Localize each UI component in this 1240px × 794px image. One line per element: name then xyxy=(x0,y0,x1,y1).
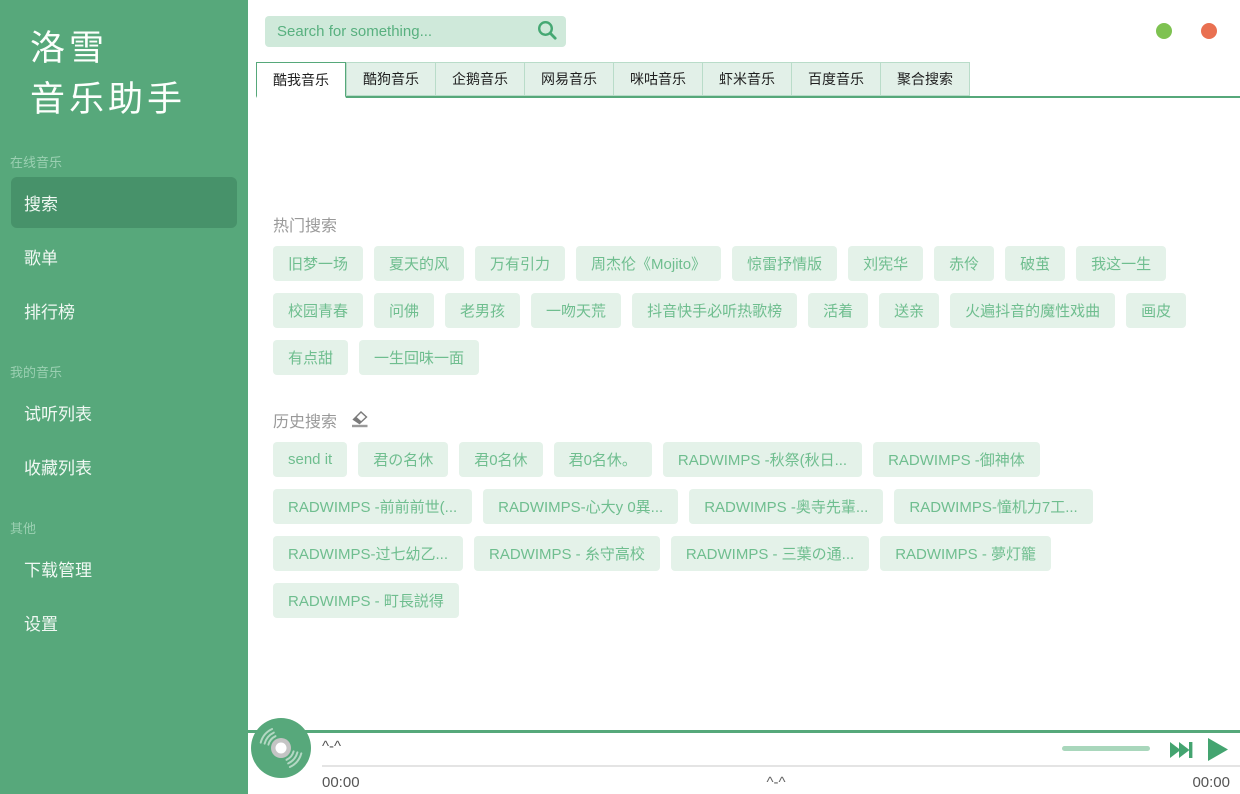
history-search-tag[interactable]: RADWIMPS - 糸守高校 xyxy=(474,536,660,571)
progress-bar[interactable] xyxy=(322,765,1240,767)
header xyxy=(248,0,1240,62)
history-search-tag[interactable]: RADWIMPS-心大y 0異... xyxy=(483,489,678,524)
main-area: 酷我音乐酷狗音乐企鹅音乐网易音乐咪咕音乐虾米音乐百度音乐聚合搜索 热门搜索 旧梦… xyxy=(248,0,1240,794)
clear-history-button[interactable] xyxy=(349,409,370,431)
hot-search-tag[interactable]: 老男孩 xyxy=(445,293,520,328)
history-search-tag[interactable]: 君の名休 xyxy=(358,442,448,477)
source-tab[interactable]: 百度音乐 xyxy=(791,62,880,96)
play-icon xyxy=(1204,736,1230,766)
sidebar-group-my-music: 试听列表收藏列表 xyxy=(0,387,248,492)
history-search-tags: send it 君の名休君0名休君0名休。 RADWIMPS -秋祭(秋日... RA… xyxy=(273,442,1225,630)
history-search-tag[interactable]: RADWIMPS - 三葉の通... xyxy=(671,536,869,571)
sidebar-item[interactable]: 试听列表 xyxy=(0,387,248,438)
sidebar-item[interactable]: 设置 xyxy=(0,597,248,648)
hot-search-section: 热门搜索 旧梦一场夏天的风万有引力周杰伦《Mojito》惊雷抒情版刘宪华赤伶破茧… xyxy=(273,212,1240,387)
hot-search-tag[interactable]: 抖音快手必听热歌榜 xyxy=(632,293,797,328)
sidebar-item[interactable]: 歌单 xyxy=(0,231,248,282)
history-search-tag[interactable]: RADWIMPS-憧机力7工... xyxy=(894,489,1092,524)
hot-search-tag[interactable]: 画皮 xyxy=(1126,293,1186,328)
hot-search-title: 热门搜索 xyxy=(273,212,337,236)
history-search-tag[interactable]: 君0名休。 xyxy=(554,442,652,477)
history-search-tag[interactable]: RADWIMPS -奥寺先輩... xyxy=(689,489,883,524)
history-search-tag[interactable]: 君0名休 xyxy=(459,442,542,477)
player-song-title: ^-^ xyxy=(322,738,341,755)
history-search-tag[interactable]: RADWIMPS -御神体 xyxy=(873,442,1040,477)
hot-search-tag[interactable]: 夏天的风 xyxy=(374,246,464,281)
sidebar-item[interactable]: 下载管理 xyxy=(0,543,248,594)
eraser-icon xyxy=(349,409,370,431)
sidebar-section-other: 其他 xyxy=(10,518,238,537)
volume-slider[interactable] xyxy=(1062,746,1150,751)
sidebar-section-my-music: 我的音乐 xyxy=(10,362,238,381)
hot-search-tag[interactable]: 送亲 xyxy=(879,293,939,328)
hot-search-tag[interactable]: 火遍抖音的魔性戏曲 xyxy=(950,293,1115,328)
play-button[interactable] xyxy=(1204,736,1230,766)
hot-search-tag[interactable]: 我这一生 xyxy=(1076,246,1166,281)
search-input[interactable] xyxy=(265,16,528,47)
hot-search-tag[interactable]: 一吻天荒 xyxy=(531,293,621,328)
app-logo: 洛雪 音乐助手 xyxy=(0,0,248,126)
minimize-button[interactable] xyxy=(1156,23,1172,39)
search-page-content: 热门搜索 旧梦一场夏天的风万有引力周杰伦《Mojito》惊雷抒情版刘宪华赤伶破茧… xyxy=(248,98,1240,630)
history-search-tag[interactable]: RADWIMPS - 夢灯籠 xyxy=(880,536,1051,571)
history-search-tag[interactable]: RADWIMPS - 町長説得 xyxy=(273,583,459,618)
player-times: 00:00 ^-^ 00:00 xyxy=(322,774,1230,791)
hot-search-tag[interactable]: 有点甜 xyxy=(273,340,348,375)
search-bar xyxy=(265,16,566,47)
history-search-tag[interactable]: send it xyxy=(273,442,347,477)
history-search-tag[interactable]: RADWIMPS-过七幼乙... xyxy=(273,536,463,571)
source-tab[interactable]: 酷狗音乐 xyxy=(346,62,435,96)
hot-search-tag[interactable]: 活着 xyxy=(808,293,868,328)
hot-search-tag[interactable]: 刘宪华 xyxy=(848,246,923,281)
player-bar: ^-^ 00:00 ^-^ 00:00 xyxy=(248,730,1240,794)
app-logo-line2: 音乐助手 xyxy=(30,75,248,126)
sidebar-section-online-music: 在线音乐 xyxy=(10,152,238,171)
hot-search-tag[interactable]: 破茧 xyxy=(1005,246,1065,281)
sidebar-item[interactable]: 收藏列表 xyxy=(0,441,248,492)
source-tab[interactable]: 咪咕音乐 xyxy=(613,62,702,96)
sidebar-item[interactable]: 排行榜 xyxy=(0,285,248,336)
sidebar-group-other: 下载管理设置 xyxy=(0,543,248,648)
next-track-button[interactable] xyxy=(1169,740,1194,763)
hot-search-tag[interactable]: 周杰伦《Mojito》 xyxy=(576,246,721,281)
source-tab[interactable]: 企鹅音乐 xyxy=(435,62,524,96)
current-time: 00:00 xyxy=(322,774,360,791)
app-window: 洛雪 音乐助手 在线音乐 搜索歌单排行榜 我的音乐 试听列表收藏列表 其他 下载… xyxy=(0,0,1240,794)
total-time: 00:00 xyxy=(1192,774,1230,791)
source-tab[interactable]: 网易音乐 xyxy=(524,62,613,96)
history-search-title: 历史搜索 xyxy=(273,408,337,432)
hot-search-tag[interactable]: 校园青春 xyxy=(273,293,363,328)
search-icon xyxy=(536,19,558,44)
source-tab[interactable]: 聚合搜索 xyxy=(880,62,970,96)
hot-search-tag[interactable]: 问佛 xyxy=(374,293,434,328)
sidebar: 洛雪 音乐助手 在线音乐 搜索歌单排行榜 我的音乐 试听列表收藏列表 其他 下载… xyxy=(0,0,248,794)
search-button[interactable] xyxy=(528,16,566,47)
hot-search-tag[interactable]: 赤伶 xyxy=(934,246,994,281)
hot-search-tag[interactable]: 万有引力 xyxy=(475,246,565,281)
player-status-text: ^-^ xyxy=(766,774,785,791)
hot-search-tag[interactable]: 惊雷抒情版 xyxy=(732,246,837,281)
hot-search-tag[interactable]: 一生回味一面 xyxy=(359,340,479,375)
sidebar-group-online-music: 搜索歌单排行榜 xyxy=(0,177,248,336)
app-logo-line1: 洛雪 xyxy=(30,24,248,75)
source-tab[interactable]: 虾米音乐 xyxy=(702,62,791,96)
hot-search-tag[interactable]: 旧梦一场 xyxy=(273,246,363,281)
source-tab[interactable]: 酷我音乐 xyxy=(256,62,346,98)
history-search-tag[interactable]: RADWIMPS -秋祭(秋日... xyxy=(663,442,862,477)
source-tabs: 酷我音乐酷狗音乐企鹅音乐网易音乐咪咕音乐虾米音乐百度音乐聚合搜索 xyxy=(256,62,1240,98)
sidebar-item[interactable]: 搜索 xyxy=(11,177,237,228)
next-track-icon xyxy=(1169,740,1194,763)
close-button[interactable] xyxy=(1201,23,1217,39)
history-search-tag[interactable]: RADWIMPS -前前前世(... xyxy=(273,489,472,524)
history-search-section: 历史搜索 send it 君の名休君0名休君0名休。 RADWIMPS -秋祭(秋日… xyxy=(273,408,1240,630)
hot-search-tags: 旧梦一场夏天的风万有引力周杰伦《Mojito》惊雷抒情版刘宪华赤伶破茧我这一生校… xyxy=(273,246,1225,387)
album-disc-icon[interactable] xyxy=(250,717,312,779)
